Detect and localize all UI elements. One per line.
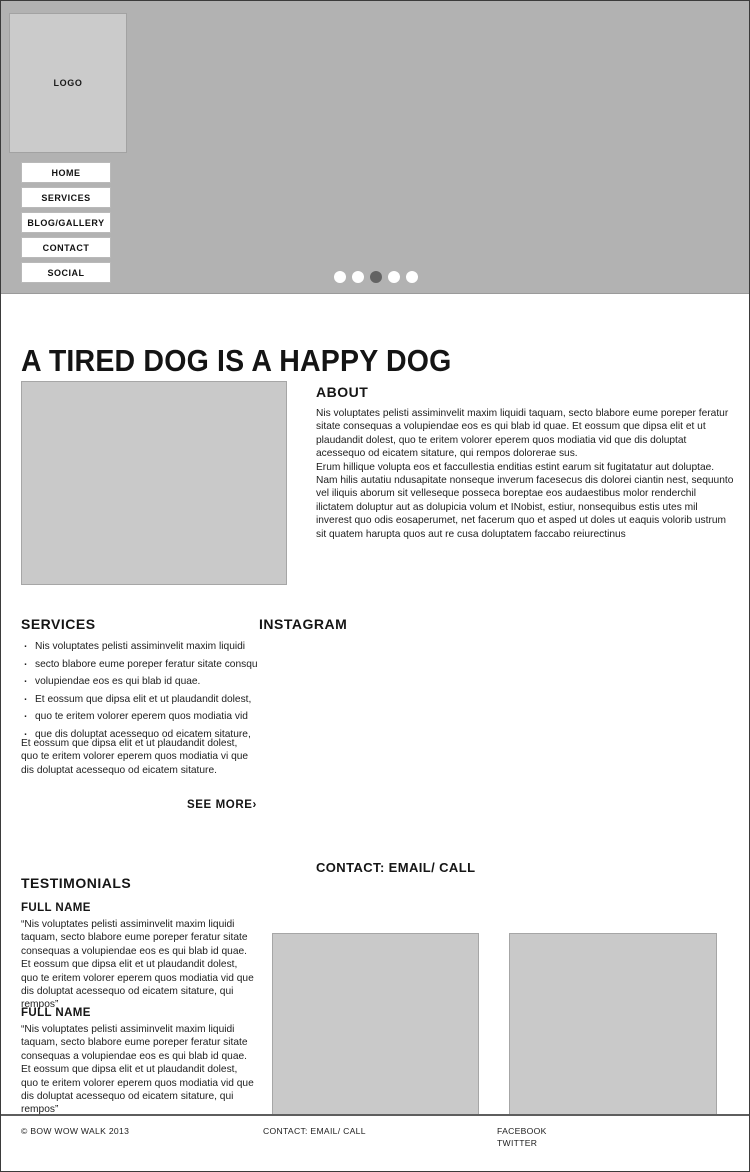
services-paragraph: Et eossum que dipsa elit et ut plaudandi… bbox=[21, 738, 249, 776]
nav-item-label: SERVICES bbox=[41, 192, 91, 203]
logo-label: LOGO bbox=[53, 78, 83, 88]
carousel-dots bbox=[1, 271, 749, 283]
nav-item-home[interactable]: HOME bbox=[21, 162, 111, 183]
about-image-placeholder bbox=[21, 381, 287, 585]
instagram-tile-1[interactable] bbox=[272, 933, 479, 1143]
primary-navigation: HOME SERVICES BLOG/GALLERY CONTACT SOCIA… bbox=[21, 162, 111, 287]
about-paragraph-1: Nis voluptates pelisti assiminvelit maxi… bbox=[316, 408, 729, 460]
nav-item-label: HOME bbox=[51, 167, 81, 178]
nav-item-services[interactable]: SERVICES bbox=[21, 187, 111, 208]
carousel-dot-2[interactable] bbox=[352, 271, 364, 283]
carousel-dot-4[interactable] bbox=[388, 271, 400, 283]
nav-item-label: CONTACT bbox=[42, 242, 90, 253]
services-heading: SERVICES bbox=[21, 616, 96, 632]
list-item: secto blabore eume poreper feratur sitat… bbox=[21, 655, 261, 674]
page-footer: © BOW WOW WALK 2013 CONTACT: EMAIL/ CALL… bbox=[1, 1114, 749, 1171]
footer-social-links: FACEBOOK TWITTER bbox=[497, 1126, 547, 1149]
list-item: Et eossum que dipsa elit et ut plaudandi… bbox=[21, 690, 261, 709]
list-item: Nis voluptates pelisti assiminvelit maxi… bbox=[21, 637, 261, 656]
about-paragraph-2: Erum hillique volupta eos et faccullesti… bbox=[316, 461, 734, 540]
carousel-dot-3-active[interactable] bbox=[370, 271, 382, 283]
testimonial-item: FULL NAME “Nis voluptates pelisti assimi… bbox=[21, 902, 257, 1012]
nav-item-label: BLOG/GALLERY bbox=[27, 217, 105, 228]
logo-placeholder[interactable]: LOGO bbox=[9, 13, 127, 153]
list-item: volupiendae eos es qui blab id quae. bbox=[21, 672, 261, 691]
footer-link-twitter[interactable]: TWITTER bbox=[497, 1138, 547, 1150]
hero-banner: LOGO HOME SERVICES BLOG/GALLERY CONTACT … bbox=[1, 1, 749, 294]
carousel-dot-1[interactable] bbox=[334, 271, 346, 283]
testimonial-quote: “Nis voluptates pelisti assiminvelit max… bbox=[21, 919, 254, 1011]
instagram-heading: INSTAGRAM bbox=[259, 616, 348, 632]
footer-contact[interactable]: CONTACT: EMAIL/ CALL bbox=[263, 1126, 366, 1136]
carousel-dot-5[interactable] bbox=[406, 271, 418, 283]
testimonial-item: FULL NAME “Nis voluptates pelisti assimi… bbox=[21, 1007, 257, 1117]
testimonial-quote: “Nis voluptates pelisti assiminvelit max… bbox=[21, 1024, 254, 1116]
services-list: Nis voluptates pelisti assiminvelit maxi… bbox=[21, 637, 261, 743]
services-see-more-link[interactable]: SEE MORE› bbox=[187, 799, 257, 811]
about-heading: ABOUT bbox=[316, 384, 369, 400]
list-item: quo te eritem volorer eperem quos modiat… bbox=[21, 707, 261, 726]
page-title: A TIRED DOG IS A HAPPY DOG bbox=[21, 342, 452, 378]
instagram-tile-2[interactable] bbox=[509, 933, 717, 1143]
testimonial-author-name: FULL NAME bbox=[21, 902, 91, 914]
nav-item-contact[interactable]: CONTACT bbox=[21, 237, 111, 258]
footer-link-facebook[interactable]: FACEBOOK bbox=[497, 1126, 547, 1138]
testimonial-author-name: FULL NAME bbox=[21, 1007, 91, 1019]
about-section: ABOUT Nis voluptates pelisti assiminveli… bbox=[316, 384, 734, 541]
about-contact-line[interactable]: CONTACT: EMAIL/ CALL bbox=[316, 860, 475, 875]
wireframe-page: LOGO HOME SERVICES BLOG/GALLERY CONTACT … bbox=[0, 0, 750, 1172]
footer-copyright: © BOW WOW WALK 2013 bbox=[21, 1126, 130, 1136]
nav-item-blog-gallery[interactable]: BLOG/GALLERY bbox=[21, 212, 111, 233]
testimonials-heading: TESTIMONIALS bbox=[21, 875, 132, 891]
